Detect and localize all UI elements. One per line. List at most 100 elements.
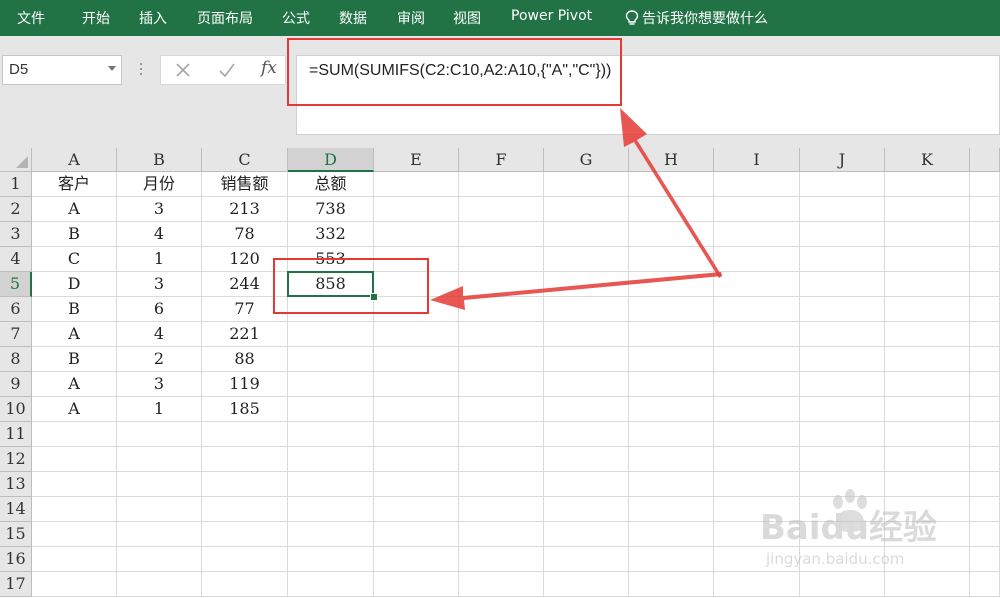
- cell-c16[interactable]: [202, 547, 288, 572]
- cell-d8[interactable]: [288, 347, 374, 372]
- cell-d15[interactable]: [288, 522, 374, 547]
- cell-j10[interactable]: [800, 397, 885, 422]
- row-header-12[interactable]: 12: [0, 447, 32, 472]
- cell-g13[interactable]: [544, 472, 629, 497]
- cell-e1[interactable]: [374, 172, 459, 197]
- cell-a8[interactable]: B: [32, 347, 117, 372]
- cell-b5[interactable]: 3: [117, 272, 202, 297]
- cell-k1[interactable]: [885, 172, 970, 197]
- cell-k6[interactable]: [885, 297, 970, 322]
- cell-d14[interactable]: [288, 497, 374, 522]
- cell-i6[interactable]: [714, 297, 800, 322]
- cell-c3[interactable]: 78: [202, 222, 288, 247]
- cell-k9[interactable]: [885, 372, 970, 397]
- row-header-14[interactable]: 14: [0, 497, 32, 522]
- cell-h11[interactable]: [629, 422, 714, 447]
- row-header-7[interactable]: 7: [0, 322, 32, 347]
- tab-power-pivot[interactable]: Power Pivot: [511, 8, 592, 24]
- cell-c2[interactable]: 213: [202, 197, 288, 222]
- cell-h9[interactable]: [629, 372, 714, 397]
- cell-e17[interactable]: [374, 572, 459, 597]
- cell-e13[interactable]: [374, 472, 459, 497]
- cancel-icon[interactable]: [172, 59, 194, 81]
- column-header-f[interactable]: F: [459, 148, 544, 172]
- cell-k4[interactable]: [885, 247, 970, 272]
- cell-b8[interactable]: 2: [117, 347, 202, 372]
- cell-h4[interactable]: [629, 247, 714, 272]
- cell-c9[interactable]: 119: [202, 372, 288, 397]
- cell-b7[interactable]: 4: [117, 322, 202, 347]
- cell-a7[interactable]: A: [32, 322, 117, 347]
- cell-h6[interactable]: [629, 297, 714, 322]
- column-header-a[interactable]: A: [32, 148, 117, 172]
- cell-b1[interactable]: 月份: [117, 172, 202, 197]
- cell-d7[interactable]: [288, 322, 374, 347]
- cell-j6[interactable]: [800, 297, 885, 322]
- cell-d9[interactable]: [288, 372, 374, 397]
- cell-k7[interactable]: [885, 322, 970, 347]
- cell-e10[interactable]: [374, 397, 459, 422]
- cell-h1[interactable]: [629, 172, 714, 197]
- cell-f13[interactable]: [459, 472, 544, 497]
- cell-j4[interactable]: [800, 247, 885, 272]
- cell-i12[interactable]: [714, 447, 800, 472]
- cell-i10[interactable]: [714, 397, 800, 422]
- cell-g2[interactable]: [544, 197, 629, 222]
- cell-j11[interactable]: [800, 422, 885, 447]
- cell-k2[interactable]: [885, 197, 970, 222]
- row-header-3[interactable]: 3: [0, 222, 32, 247]
- cell-a11[interactable]: [32, 422, 117, 447]
- cell-d12[interactable]: [288, 447, 374, 472]
- row-header-13[interactable]: 13: [0, 472, 32, 497]
- cell-b9[interactable]: 3: [117, 372, 202, 397]
- cell-b16[interactable]: [117, 547, 202, 572]
- cell-e4[interactable]: [374, 247, 459, 272]
- cell-g16[interactable]: [544, 547, 629, 572]
- insert-function-icon[interactable]: fx: [261, 58, 277, 78]
- cell-k8[interactable]: [885, 347, 970, 372]
- cell-h13[interactable]: [629, 472, 714, 497]
- cell-i3[interactable]: [714, 222, 800, 247]
- cell-b6[interactable]: 6: [117, 297, 202, 322]
- cell-h5[interactable]: [629, 272, 714, 297]
- row-header-15[interactable]: 15: [0, 522, 32, 547]
- cell-g14[interactable]: [544, 497, 629, 522]
- cell-j12[interactable]: [800, 447, 885, 472]
- cell-c6[interactable]: 77: [202, 297, 288, 322]
- tab-insert[interactable]: 插入: [139, 8, 167, 28]
- cell-a6[interactable]: B: [32, 297, 117, 322]
- column-header-c[interactable]: C: [202, 148, 288, 172]
- cell-j3[interactable]: [800, 222, 885, 247]
- tell-me-search[interactable]: 告诉我你想要做什么: [625, 8, 768, 28]
- row-header-8[interactable]: 8: [0, 347, 32, 372]
- cell-j9[interactable]: [800, 372, 885, 397]
- cell-d2[interactable]: 738: [288, 197, 374, 222]
- cell-b17[interactable]: [117, 572, 202, 597]
- cell-g15[interactable]: [544, 522, 629, 547]
- cell-e8[interactable]: [374, 347, 459, 372]
- fill-handle[interactable]: [370, 293, 378, 301]
- column-header-g[interactable]: G: [544, 148, 629, 172]
- cell-c14[interactable]: [202, 497, 288, 522]
- column-header-k[interactable]: K: [885, 148, 970, 172]
- cell-e15[interactable]: [374, 522, 459, 547]
- cell-g7[interactable]: [544, 322, 629, 347]
- cell-f10[interactable]: [459, 397, 544, 422]
- cell-b2[interactable]: 3: [117, 197, 202, 222]
- cell-i2[interactable]: [714, 197, 800, 222]
- cell-i1[interactable]: [714, 172, 800, 197]
- cell-i4[interactable]: [714, 247, 800, 272]
- cell-a1[interactable]: 客户: [32, 172, 117, 197]
- cell-c1[interactable]: 销售额: [202, 172, 288, 197]
- cell-e9[interactable]: [374, 372, 459, 397]
- row-header-11[interactable]: 11: [0, 422, 32, 447]
- cell-k11[interactable]: [885, 422, 970, 447]
- cell-h8[interactable]: [629, 347, 714, 372]
- cell-a2[interactable]: A: [32, 197, 117, 222]
- cell-b10[interactable]: 1: [117, 397, 202, 422]
- column-header-j[interactable]: J: [800, 148, 885, 172]
- cell-g12[interactable]: [544, 447, 629, 472]
- cell-a16[interactable]: [32, 547, 117, 572]
- check-icon[interactable]: [216, 59, 238, 81]
- cell-g10[interactable]: [544, 397, 629, 422]
